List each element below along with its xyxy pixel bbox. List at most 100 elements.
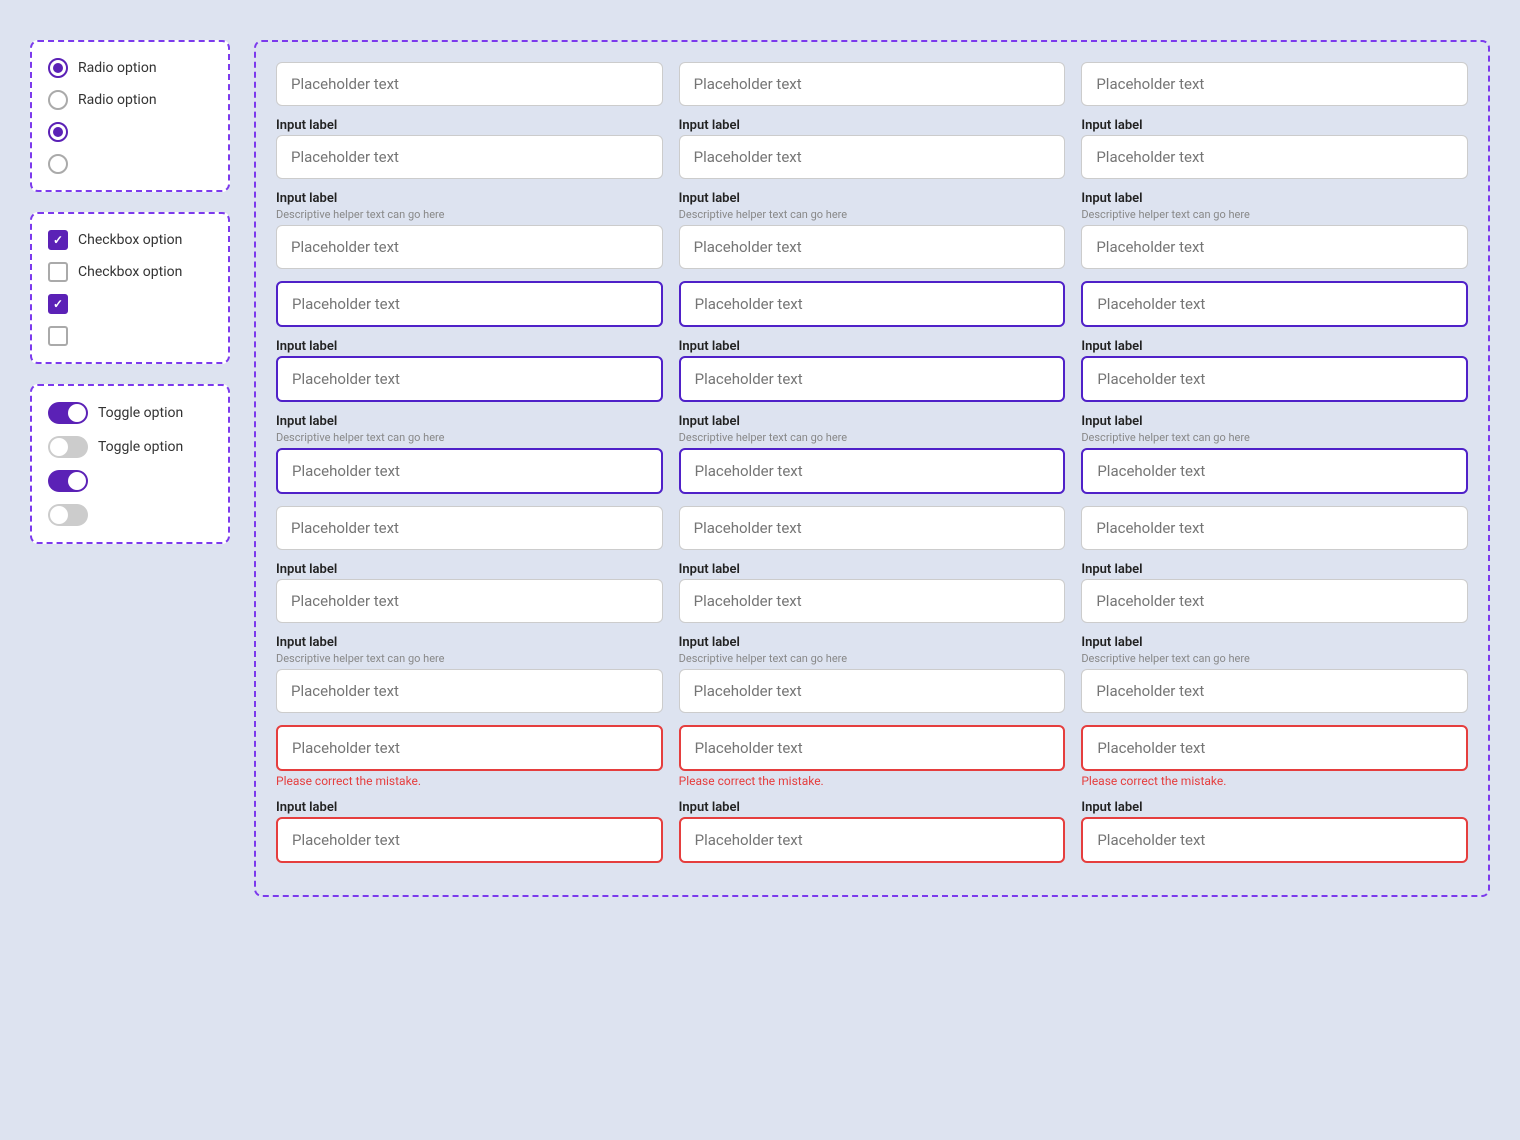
toggle-label-2: Toggle option <box>98 439 183 455</box>
input-c3-helper-focused[interactable] <box>1081 448 1468 494</box>
input-c1-error[interactable] <box>276 725 663 771</box>
block-c2-error: Please correct the mistake. <box>679 725 1066 788</box>
checkbox-option-4-solo[interactable] <box>48 326 212 346</box>
input-column-2: Input label Input label Descriptive help… <box>679 62 1066 875</box>
radio-option-3-solo[interactable] <box>48 122 212 142</box>
toggle-on-solo[interactable] <box>48 470 88 492</box>
toggle-option-2[interactable]: Toggle option <box>48 436 212 458</box>
input-c2-labeled-default[interactable] <box>679 135 1066 179</box>
checkbox-checked-1[interactable] <box>48 230 68 250</box>
input-c2-labeled-focused[interactable] <box>679 356 1066 402</box>
input-c3-labeled-focused[interactable] <box>1081 356 1468 402</box>
block-c3-no-label-default2 <box>1081 506 1468 550</box>
toggle-off-2[interactable] <box>48 436 88 458</box>
input-helper-c2-2: Descriptive helper text can go here <box>679 208 1066 221</box>
radio-button-checked-solo[interactable] <box>48 122 68 142</box>
block-c1-helper-focused: Input label Descriptive helper text can … <box>276 414 663 494</box>
radio-option-1[interactable]: Radio option <box>48 58 212 78</box>
input-c1-focused-no-label[interactable] <box>276 281 663 327</box>
toggle-thumb-solo-on <box>68 472 86 490</box>
block-c1-labeled-default2: Input label <box>276 562 663 623</box>
toggle-option-4-solo[interactable] <box>48 504 212 526</box>
input-label-c3-3: Input label <box>1081 339 1468 354</box>
input-helper-c3-4: Descriptive helper text can go here <box>1081 431 1468 444</box>
block-c2-helper-focused: Input label Descriptive helper text can … <box>679 414 1066 494</box>
block-c1-no-label-default <box>276 62 663 106</box>
toggle-off-solo[interactable] <box>48 504 88 526</box>
input-c1-labeled-default[interactable] <box>276 135 663 179</box>
checkbox-option-2[interactable]: Checkbox option <box>48 262 212 282</box>
input-label-c3-1: Input label <box>1081 118 1468 133</box>
input-c3-focused-no-label[interactable] <box>1081 281 1468 327</box>
toggle-on-1[interactable] <box>48 402 88 424</box>
input-label-c1-7: Input label <box>276 800 663 815</box>
input-label-c1-6: Input label <box>276 635 663 650</box>
input-c1-no-label-default[interactable] <box>276 62 663 106</box>
input-helper-c1-6: Descriptive helper text can go here <box>276 652 663 665</box>
input-c3-helper-default[interactable] <box>1081 225 1468 269</box>
input-c1-helper-focused[interactable] <box>276 448 663 494</box>
block-c3-helper-focused: Input label Descriptive helper text can … <box>1081 414 1468 494</box>
toggle-option-1[interactable]: Toggle option <box>48 402 212 424</box>
input-c3-helper-default2[interactable] <box>1081 669 1468 713</box>
toggle-thumb-1 <box>68 404 86 422</box>
input-c2-helper-default[interactable] <box>679 225 1066 269</box>
input-c1-no-label-default2[interactable] <box>276 506 663 550</box>
block-c3-error: Please correct the mistake. <box>1081 725 1468 788</box>
input-c3-labeled-default2[interactable] <box>1081 579 1468 623</box>
radio-button-unchecked-solo[interactable] <box>48 154 68 174</box>
block-c3-labeled-focused: Input label <box>1081 339 1468 402</box>
input-label-c3-6: Input label <box>1081 635 1468 650</box>
input-c2-helper-default2[interactable] <box>679 669 1066 713</box>
checkbox-unchecked-2[interactable] <box>48 262 68 282</box>
toggle-group: Toggle option Toggle option <box>30 384 230 544</box>
block-c1-labeled-focused: Input label <box>276 339 663 402</box>
input-helper-c3-6: Descriptive helper text can go here <box>1081 652 1468 665</box>
input-c3-error[interactable] <box>1081 725 1468 771</box>
block-c3-no-label-default <box>1081 62 1468 106</box>
main-content-area: Input label Input label Descriptive help… <box>254 40 1490 897</box>
input-c1-labeled-default2[interactable] <box>276 579 663 623</box>
input-c1-helper-default[interactable] <box>276 225 663 269</box>
input-c3-labeled-default[interactable] <box>1081 135 1468 179</box>
input-label-c1-4: Input label <box>276 414 663 429</box>
input-label-c1-3: Input label <box>276 339 663 354</box>
checkbox-label-1: Checkbox option <box>78 232 182 248</box>
input-c2-no-label-default[interactable] <box>679 62 1066 106</box>
input-label-c3-4: Input label <box>1081 414 1468 429</box>
block-c3-labeled-error: Input label <box>1081 800 1468 863</box>
checkbox-checked-solo[interactable] <box>48 294 68 314</box>
input-c2-labeled-default2[interactable] <box>679 579 1066 623</box>
block-c2-no-label-default2 <box>679 506 1066 550</box>
checkbox-label-2: Checkbox option <box>78 264 182 280</box>
input-label-c1-5: Input label <box>276 562 663 577</box>
input-label-c2-2: Input label <box>679 191 1066 206</box>
input-c3-no-label-default2[interactable] <box>1081 506 1468 550</box>
checkbox-unchecked-solo[interactable] <box>48 326 68 346</box>
checkbox-option-3-solo[interactable] <box>48 294 212 314</box>
input-c2-helper-focused[interactable] <box>679 448 1066 494</box>
input-c1-labeled-focused[interactable] <box>276 356 663 402</box>
checkbox-option-1[interactable]: Checkbox option <box>48 230 212 250</box>
radio-button-unchecked[interactable] <box>48 90 68 110</box>
sidebar: Radio option Radio option Checkbox optio… <box>30 40 230 544</box>
error-message-c1: Please correct the mistake. <box>276 774 663 788</box>
input-c3-labeled-error[interactable] <box>1081 817 1468 863</box>
radio-option-2[interactable]: Radio option <box>48 90 212 110</box>
input-c1-helper-default2[interactable] <box>276 669 663 713</box>
input-c2-labeled-error[interactable] <box>679 817 1066 863</box>
radio-option-4-solo[interactable] <box>48 154 212 174</box>
input-c2-error[interactable] <box>679 725 1066 771</box>
input-c3-no-label-default[interactable] <box>1081 62 1468 106</box>
input-label-c2-4: Input label <box>679 414 1066 429</box>
input-c2-focused-no-label[interactable] <box>679 281 1066 327</box>
toggle-option-3-solo[interactable] <box>48 470 212 492</box>
radio-button-checked[interactable] <box>48 58 68 78</box>
input-helper-c1-2: Descriptive helper text can go here <box>276 208 663 221</box>
input-c1-labeled-error[interactable] <box>276 817 663 863</box>
input-c2-no-label-default2[interactable] <box>679 506 1066 550</box>
input-label-c3-5: Input label <box>1081 562 1468 577</box>
input-label-c2-3: Input label <box>679 339 1066 354</box>
block-c3-helper-default: Input label Descriptive helper text can … <box>1081 191 1468 269</box>
block-c3-labeled-default2: Input label <box>1081 562 1468 623</box>
